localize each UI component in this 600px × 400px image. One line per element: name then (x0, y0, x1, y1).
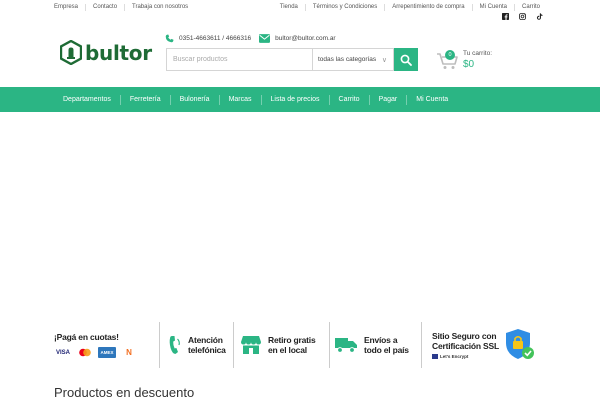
top-links-right: Tienda Términos y Condiciones Arrepentim… (273, 4, 540, 11)
nav-mi-cuenta[interactable]: Mi Cuenta (407, 95, 457, 105)
nav-lista-precios[interactable]: Lista de precios (262, 94, 330, 105)
search-icon (400, 54, 412, 66)
feature-retiro-text: Retiro gratis en el local (268, 335, 316, 355)
email-icon (259, 34, 271, 43)
letsencrypt-badge: Let's Encrypt (432, 354, 499, 359)
phone-number[interactable]: 0351-4663611 / 4666316 (179, 35, 251, 42)
link-arrepentimiento[interactable]: Arrepentimiento de compra (385, 4, 473, 11)
truck-icon (335, 338, 357, 353)
link-terminos[interactable]: Términos y Condiciones (306, 4, 386, 11)
instagram-icon[interactable] (519, 13, 526, 20)
nav-ferreteria[interactable]: Ferretería (121, 94, 171, 105)
letsencrypt-label: Let's Encrypt (440, 354, 469, 359)
header-contact: 0351-4663611 / 4666316 bultor@bultor.com… (165, 34, 344, 43)
feature-retiro: Retiro gratis en el local (234, 322, 330, 368)
feature-atencion-text: Atención telefónica (188, 335, 226, 355)
feature-ssl-line1: Sitio Seguro con (432, 331, 497, 341)
logo-hex-icon (60, 40, 82, 65)
feature-cuotas-text: ¡Pagá en cuotas! (54, 332, 119, 342)
category-select-value: todas las categorías (318, 56, 377, 63)
search-button[interactable] (394, 48, 418, 71)
email-info: bultor@bultor.com.ar (259, 34, 336, 43)
phone-support-icon (169, 336, 180, 354)
cart-amount: $0 (463, 59, 475, 70)
payment-cards: VISA MC AMEX N (54, 347, 138, 358)
main-nav: Departamentos Ferretería Bulonería Marca… (0, 87, 600, 112)
phone-icon (165, 34, 174, 43)
chevron-down-icon: ∨ (381, 57, 387, 64)
logo-text: bultor (85, 40, 152, 65)
mastercard-icon: MC (76, 347, 94, 358)
feature-ssl: Sitio Seguro con Certificación SSL Let's … (422, 322, 544, 368)
feature-cuotas: ¡Pagá en cuotas! VISA MC AMEX N (54, 322, 160, 368)
cart-icon-wrap: 0 (436, 50, 460, 70)
email-address[interactable]: bultor@bultor.com.ar (275, 35, 335, 42)
store-icon (241, 336, 261, 354)
feature-atencion: Atención telefónica (160, 322, 234, 368)
top-bar: Empresa Contacto Trabaja con nosotros Ti… (0, 0, 600, 24)
link-mi-cuenta[interactable]: Mi Cuenta (473, 4, 515, 11)
feature-retiro-line2: en el local (268, 345, 307, 355)
link-carrito[interactable]: Carrito (515, 4, 540, 11)
features-strip: ¡Pagá en cuotas! VISA MC AMEX N Atención… (54, 322, 544, 368)
link-tienda[interactable]: Tienda (273, 4, 306, 11)
tiktok-icon[interactable] (536, 13, 543, 20)
visa-card-icon: VISA (54, 347, 72, 358)
nav-pagar[interactable]: Pagar (370, 94, 408, 105)
amex-card-icon: AMEX (98, 347, 116, 358)
search-bar: todas las categorías ∨ (166, 48, 418, 71)
top-links-left: Empresa Contacto Trabaja con nosotros (54, 4, 195, 11)
category-select[interactable]: todas las categorías ∨ (312, 48, 394, 71)
feature-retiro-line1: Retiro gratis (268, 335, 316, 345)
cart-summary: Tu carrito: $0 (463, 50, 492, 70)
nav-marcas[interactable]: Marcas (220, 94, 262, 105)
feature-atencion-line1: Atención (188, 335, 223, 345)
nav-departamentos[interactable]: Departamentos (54, 94, 121, 105)
phone-info: 0351-4663611 / 4666316 (165, 34, 251, 43)
feature-ssl-text: Sitio Seguro con Certificación SSL (432, 331, 499, 351)
link-empresa[interactable]: Empresa (54, 4, 87, 11)
naranja-card-icon: N (120, 347, 138, 358)
header-cart[interactable]: 0 Tu carrito: $0 (436, 50, 492, 70)
feature-atencion-line2: telefónica (188, 345, 226, 355)
nav-buloneria[interactable]: Bulonería (171, 94, 220, 105)
link-trabaja[interactable]: Trabaja con nosotros (125, 4, 195, 11)
social-links (502, 13, 543, 20)
cart-count-badge: 0 (445, 50, 455, 60)
search-input[interactable] (166, 48, 312, 71)
feature-envios-text: Envíos a todo el país (364, 335, 409, 355)
feature-envios: Envíos a todo el país (330, 322, 422, 368)
discount-section-title: Productos en descuento (54, 385, 195, 400)
cart-label: Tu carrito: (463, 50, 493, 57)
feature-ssl-line2: Certificación SSL (432, 341, 499, 351)
link-contacto[interactable]: Contacto (86, 4, 126, 11)
site-logo[interactable]: bultor (60, 40, 152, 65)
feature-envios-line2: todo el país (364, 345, 409, 355)
facebook-icon[interactable] (502, 13, 509, 20)
feature-envios-line1: Envíos a (364, 335, 398, 345)
shield-check-icon (505, 329, 534, 359)
nav-carrito[interactable]: Carrito (330, 94, 370, 105)
